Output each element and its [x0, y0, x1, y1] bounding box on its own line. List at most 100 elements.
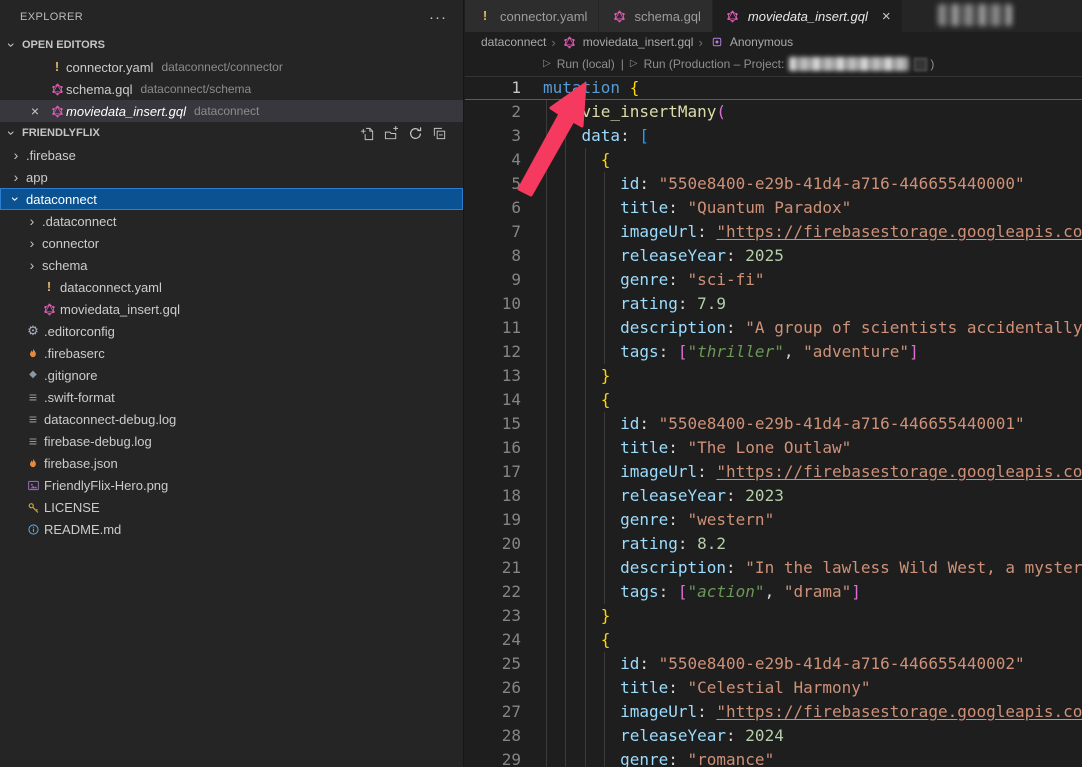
line-number[interactable]: 27 [465, 700, 521, 724]
line-number[interactable]: 15 [465, 412, 521, 436]
code-line[interactable]: imageUrl: "https://firebasestorage.googl… [543, 460, 1082, 484]
line-number[interactable]: 7 [465, 220, 521, 244]
code-line[interactable]: imageUrl: "https://firebasestorage.googl… [543, 700, 1082, 724]
close-icon[interactable]: × [882, 8, 891, 25]
line-number[interactable]: 18 [465, 484, 521, 508]
tree-item-LICENSE[interactable]: LICENSE [0, 496, 463, 518]
open-editor-item[interactable]: !connector.yamldataconnect/connector [0, 56, 463, 78]
code-line[interactable]: id: "550e8400-e29b-41d4-a716-44665544000… [543, 652, 1082, 676]
tree-item-README.md[interactable]: README.md [0, 518, 463, 540]
code-line[interactable]: title: "The Lone Outlaw" [543, 436, 1082, 460]
tree-item-.firebaserc[interactable]: .firebaserc [0, 342, 463, 364]
tree-item-schema[interactable]: ›schema [0, 254, 463, 276]
line-number[interactable]: 5 [465, 172, 521, 196]
breadcrumb-item-dataconnect[interactable]: dataconnect [481, 35, 546, 49]
new-file-icon[interactable] [360, 126, 375, 141]
project-section-header[interactable]: › FRIENDLYFLIX [0, 122, 463, 144]
code-line[interactable]: { [543, 628, 1082, 652]
line-number[interactable]: 10 [465, 292, 521, 316]
code-line[interactable]: data: [ [543, 124, 1082, 148]
close-icon[interactable]: × [27, 103, 43, 119]
line-number[interactable]: 22 [465, 580, 521, 604]
tree-item-.gitignore[interactable]: ◆.gitignore [0, 364, 463, 386]
tree-item-.dataconnect[interactable]: ›.dataconnect [0, 210, 463, 232]
code-line[interactable]: description: "A group of scientists acci… [543, 316, 1082, 340]
line-number[interactable]: 21 [465, 556, 521, 580]
tree-item-FriendlyFlix-Hero.png[interactable]: FriendlyFlix-Hero.png [0, 474, 463, 496]
line-number[interactable]: 9 [465, 268, 521, 292]
tab-schema.gql[interactable]: schema.gql [599, 0, 712, 32]
line-number[interactable]: 25 [465, 652, 521, 676]
line-number[interactable]: 8 [465, 244, 521, 268]
code-line[interactable]: imageUrl: "https://firebasestorage.googl… [543, 220, 1082, 244]
breadcrumb-item-moviedata_insert.gql[interactable]: moviedata_insert.gql [561, 35, 694, 49]
code-line[interactable]: mutation { [543, 76, 1082, 100]
code-lines[interactable]: mutation { movie_insertMany( data: [ { i… [543, 76, 1082, 767]
editor-content[interactable]: ▷ Run (local) | ▷ Run (Production – Proj… [465, 52, 1082, 767]
code-line[interactable]: } [543, 364, 1082, 388]
code-line[interactable]: movie_insertMany( [543, 100, 1082, 124]
line-number[interactable]: 11 [465, 316, 521, 340]
line-number[interactable]: 24 [465, 628, 521, 652]
code-line[interactable]: } [543, 604, 1082, 628]
code-line[interactable]: genre: "romance" [543, 748, 1082, 767]
collapse-all-icon[interactable] [432, 126, 447, 141]
new-folder-icon[interactable] [384, 126, 399, 141]
line-number[interactable]: 2 [465, 100, 521, 124]
code-line[interactable]: title: "Celestial Harmony" [543, 676, 1082, 700]
indent-guide [565, 724, 566, 748]
code-line[interactable]: rating: 7.9 [543, 292, 1082, 316]
code-line[interactable]: title: "Quantum Paradox" [543, 196, 1082, 220]
line-number[interactable]: 26 [465, 676, 521, 700]
line-number[interactable]: 6 [465, 196, 521, 220]
line-number[interactable]: 28 [465, 724, 521, 748]
code-line[interactable]: id: "550e8400-e29b-41d4-a716-44665544000… [543, 172, 1082, 196]
code-line[interactable]: tags: ["action", "drama"] [543, 580, 1082, 604]
tree-item-dataconnect[interactable]: ›dataconnect [0, 188, 463, 210]
line-number[interactable]: 29 [465, 748, 521, 767]
line-number[interactable]: 14 [465, 388, 521, 412]
tree-item-.firebase[interactable]: ›.firebase [0, 144, 463, 166]
code-line[interactable]: { [543, 148, 1082, 172]
tab-moviedata_insert.gql[interactable]: moviedata_insert.gql× [713, 0, 903, 32]
code-line[interactable]: releaseYear: 2024 [543, 724, 1082, 748]
code-line[interactable]: { [543, 388, 1082, 412]
more-actions-icon[interactable]: ··· [429, 9, 447, 26]
line-number[interactable]: 16 [465, 436, 521, 460]
code-line[interactable]: genre: "western" [543, 508, 1082, 532]
tree-item-connector[interactable]: ›connector [0, 232, 463, 254]
code-line[interactable]: description: "In the lawless Wild West, … [543, 556, 1082, 580]
run-production-link[interactable]: Run (Production – Project: ) [644, 52, 935, 76]
line-number[interactable]: 23 [465, 604, 521, 628]
run-local-link[interactable]: Run (local) [557, 52, 615, 76]
tree-item-.swift-format[interactable]: ≡.swift-format [0, 386, 463, 408]
code-line[interactable]: genre: "sci-fi" [543, 268, 1082, 292]
breadcrumb-item-Anonymous[interactable]: Anonymous [708, 35, 793, 49]
line-number[interactable]: 1 [465, 76, 521, 100]
refresh-icon[interactable] [408, 126, 423, 141]
code-line[interactable]: tags: ["thriller", "adventure"] [543, 340, 1082, 364]
indent [543, 558, 620, 577]
open-editors-header[interactable]: › OPEN EDITORS [0, 34, 463, 56]
code-line[interactable]: releaseYear: 2025 [543, 244, 1082, 268]
tab-connector.yaml[interactable]: !connector.yaml [465, 0, 599, 32]
open-editor-item[interactable]: ×moviedata_insert.gqldataconnect [0, 100, 463, 122]
line-number[interactable]: 19 [465, 508, 521, 532]
line-number[interactable]: 12 [465, 340, 521, 364]
line-number[interactable]: 13 [465, 364, 521, 388]
tree-item-dataconnect-debug.log[interactable]: ≡dataconnect-debug.log [0, 408, 463, 430]
tree-item-moviedata_insert.gql[interactable]: moviedata_insert.gql [0, 298, 463, 320]
code-line[interactable]: id: "550e8400-e29b-41d4-a716-44665544000… [543, 412, 1082, 436]
line-number[interactable]: 17 [465, 460, 521, 484]
code-line[interactable]: releaseYear: 2023 [543, 484, 1082, 508]
tree-item-.editorconfig[interactable]: ⚙.editorconfig [0, 320, 463, 342]
tree-item-firebase.json[interactable]: firebase.json [0, 452, 463, 474]
tree-item-app[interactable]: ›app [0, 166, 463, 188]
code-line[interactable]: rating: 8.2 [543, 532, 1082, 556]
line-number[interactable]: 4 [465, 148, 521, 172]
tree-item-dataconnect.yaml[interactable]: !dataconnect.yaml [0, 276, 463, 298]
line-number[interactable]: 20 [465, 532, 521, 556]
line-number[interactable]: 3 [465, 124, 521, 148]
tree-item-firebase-debug.log[interactable]: ≡firebase-debug.log [0, 430, 463, 452]
open-editor-item[interactable]: schema.gqldataconnect/schema [0, 78, 463, 100]
